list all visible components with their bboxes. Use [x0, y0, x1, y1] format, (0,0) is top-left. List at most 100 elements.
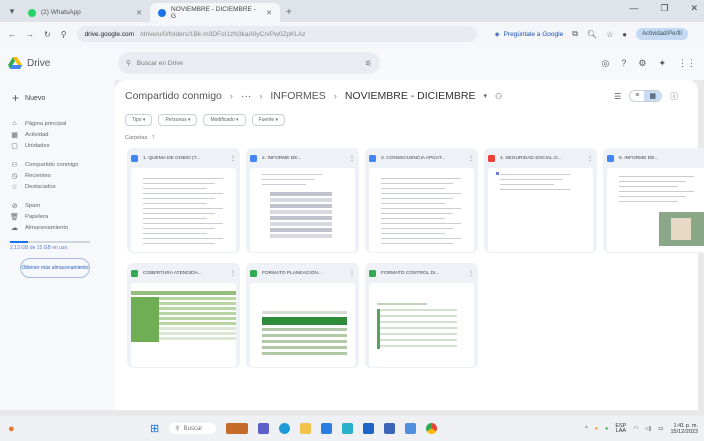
file-thumbnail[interactable]: [488, 168, 593, 252]
sidebar-item[interactable]: ◷ Recientes: [10, 170, 105, 181]
filter-type[interactable]: Tipo ▾: [125, 114, 153, 126]
file-thumbnail[interactable]: [250, 283, 355, 367]
close-window-icon[interactable]: ✕: [690, 3, 698, 14]
file-card[interactable]: FORMATO PLANEACIÓN... ⋮: [246, 263, 359, 368]
sidebar-item[interactable]: ▦ Actividad: [10, 129, 105, 140]
file-card[interactable]: 2. INFORME DE... ⋮: [246, 148, 359, 253]
offline-status-icon[interactable]: ◎: [602, 58, 610, 69]
file-thumbnail[interactable]: [131, 168, 236, 252]
language-indicator[interactable]: ESP LAA: [615, 423, 626, 434]
tab-search-icon[interactable]: ▾: [4, 3, 20, 19]
wifi-icon[interactable]: ◠: [633, 426, 638, 432]
app-icon[interactable]: [384, 423, 396, 434]
sidebar-item[interactable]: ☁ Almacenamiento: [10, 222, 105, 233]
reload-icon[interactable]: ↻: [44, 30, 51, 39]
help-icon[interactable]: ?: [621, 58, 626, 69]
close-icon[interactable]: ✕: [136, 9, 142, 17]
chevron-down-icon[interactable]: ▾: [484, 92, 488, 100]
apps-grid-icon[interactable]: ⋮⋮: [678, 58, 696, 69]
sidebar-item[interactable]: ▢ Unidades: [10, 140, 105, 151]
breadcrumb-informes[interactable]: INFORMES: [270, 90, 325, 102]
sidebar-item[interactable]: 🗑 Papelera: [10, 211, 105, 222]
close-icon[interactable]: ✕: [266, 9, 272, 17]
clock[interactable]: 1:41 p. m. 15/12/2023: [670, 423, 698, 435]
drive-logo[interactable]: Drive: [8, 57, 118, 69]
file-card[interactable]: FORMATO CONTROL DI... ⋮: [365, 263, 478, 368]
search-input[interactable]: Buscar en Drive: [137, 60, 183, 67]
forward-icon[interactable]: →: [26, 30, 34, 39]
get-more-storage-button[interactable]: Obtener más almacenamiento: [20, 258, 90, 278]
breadcrumb-current[interactable]: NOVIEMBRE - DICIEMBRE: [345, 90, 476, 102]
taskbar-search[interactable]: ⚲ Buscar: [169, 423, 217, 434]
address-bar[interactable]: drive.google.com /drive/u/0/folders/1Bk-…: [76, 26, 477, 42]
volume-icon[interactable]: ◁): [645, 426, 651, 432]
taskbar-search-input[interactable]: Buscar: [184, 426, 203, 432]
sidebar-item[interactable]: ☆ Destacados: [10, 181, 105, 192]
photos-icon[interactable]: [405, 423, 417, 434]
profile-avatar-icon[interactable]: ●: [622, 30, 627, 39]
file-thumbnail[interactable]: [369, 283, 474, 367]
tray-app-icon-2[interactable]: ●: [605, 426, 608, 432]
file-thumbnail[interactable]: [250, 168, 355, 252]
file-thumbnail[interactable]: [369, 168, 474, 252]
tray-app-icon[interactable]: ●: [595, 426, 598, 432]
new-button[interactable]: + Nuevo: [10, 86, 105, 110]
gemini-icon[interactable]: ✦: [658, 58, 666, 69]
more-options-icon[interactable]: ⋮: [230, 155, 236, 162]
storage-text[interactable]: 2,13 GB de 15 GB en uso: [10, 245, 105, 251]
new-tab-button[interactable]: +: [286, 7, 292, 18]
zoom-icon[interactable]: 🔍︎: [587, 30, 597, 39]
store-icon[interactable]: [321, 423, 333, 434]
list-view-icon[interactable]: ≡: [630, 91, 644, 101]
widgets-icon[interactable]: [342, 423, 354, 434]
site-settings-icon[interactable]: ⚲: [61, 30, 67, 39]
file-thumbnail[interactable]: [607, 168, 704, 252]
file-card[interactable]: 4. SEGURIDAD SOCIAL O... ⋮: [484, 148, 597, 253]
back-icon[interactable]: ←: [8, 30, 16, 39]
settings-icon[interactable]: ⚙: [638, 58, 646, 69]
drive-search[interactable]: ⚲ Buscar en Drive ⚟: [118, 52, 380, 74]
bookmark-star-icon[interactable]: ☆: [606, 30, 613, 39]
more-options-icon[interactable]: ⋮: [349, 155, 355, 162]
breadcrumb-shared[interactable]: Compartido conmigo: [125, 90, 222, 102]
windows-start-icon[interactable]: ⊞: [150, 422, 159, 435]
maximize-icon[interactable]: ❐: [660, 3, 668, 14]
sidebar-item[interactable]: ⚇ Compartido conmigo: [10, 159, 105, 170]
filter-list-icon[interactable]: ☰: [614, 92, 621, 101]
breadcrumb-more[interactable]: ···: [241, 90, 252, 102]
file-card[interactable]: 5. INFORME DE...⋮: [603, 148, 704, 253]
install-icon[interactable]: ⧉: [572, 29, 578, 39]
teams-icon[interactable]: [258, 423, 270, 434]
more-options-icon[interactable]: ⋮: [468, 270, 474, 277]
file-card[interactable]: COBERTURA ATENDIDA... ⋮: [127, 263, 240, 368]
filter-source[interactable]: Fuente ▾: [251, 114, 286, 126]
file-thumbnail[interactable]: [131, 283, 236, 367]
weather-icon[interactable]: ●: [8, 423, 15, 435]
file-card[interactable]: 3. CONSECUENCIA APGAT... ⋮: [365, 148, 478, 253]
tab-whatsapp[interactable]: (2) WhatsApp ✕: [20, 3, 150, 22]
more-options-icon[interactable]: ⋮: [230, 270, 236, 277]
profile-button[interactable]: Actividad/Perfil: [636, 28, 688, 40]
edge-icon[interactable]: [279, 423, 291, 434]
more-options-icon[interactable]: ⋮: [587, 155, 593, 162]
chevron-up-icon[interactable]: ^: [585, 426, 588, 432]
more-options-icon[interactable]: ⋮: [349, 270, 355, 277]
sidebar-item[interactable]: ⌂ Página principal: [10, 118, 105, 129]
info-icon[interactable]: ⓘ: [670, 91, 678, 102]
news-app-icon[interactable]: [226, 423, 249, 434]
more-options-icon[interactable]: ⋮: [468, 155, 474, 162]
search-options-icon[interactable]: ⚟: [365, 59, 372, 68]
tab-drive-folder[interactable]: NOVIEMBRE - DICIEMBRE - G ✕: [150, 3, 280, 22]
ask-google-button[interactable]: ◈ Pregúntale a Google: [495, 30, 564, 39]
filter-modified[interactable]: Modificado ▾: [203, 114, 246, 126]
mail-icon[interactable]: [363, 423, 375, 434]
sidebar-item[interactable]: ⊘ Spam: [10, 200, 105, 211]
battery-icon[interactable]: ▭: [658, 426, 663, 432]
sort-arrow-icon[interactable]: ↑: [151, 134, 155, 141]
file-explorer-icon[interactable]: [300, 423, 312, 434]
filter-people[interactable]: Personas ▾: [158, 114, 198, 126]
shared-people-icon[interactable]: ⚇: [495, 92, 502, 101]
file-card[interactable]: 1. QUEMA DE GOBIO (T... ⋮: [127, 148, 240, 253]
grid-view-icon[interactable]: ▦: [644, 91, 661, 101]
minimize-icon[interactable]: —: [629, 3, 638, 14]
